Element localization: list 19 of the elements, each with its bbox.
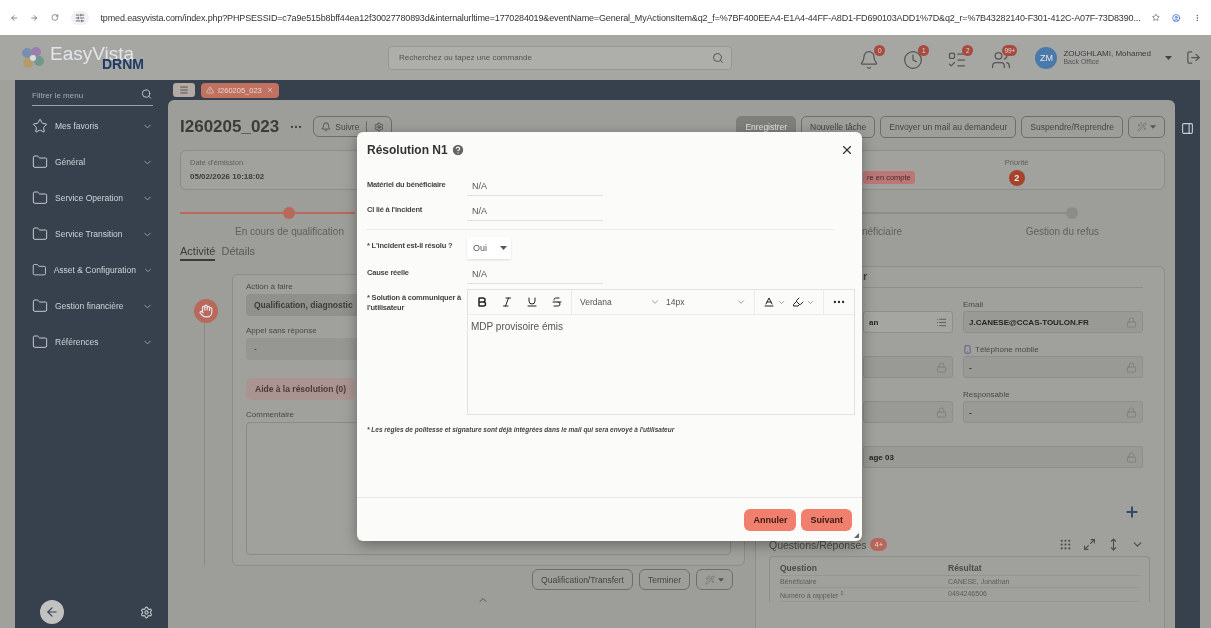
step-label: En cours de qualification [235, 226, 344, 237]
column-header: Question [780, 563, 818, 573]
field-label: Commentaire [246, 410, 294, 419]
date-value: 05/02/2026 10:18:02 [190, 172, 266, 181]
field-label: Téléphone mobile [975, 345, 1039, 354]
field-label: Responsable [963, 390, 1010, 399]
field-label: Appel sans réponse [246, 326, 317, 335]
ticket-title: I260205_023 [180, 116, 280, 137]
section-title: Questions/Réponses [769, 538, 867, 551]
field-label: Action à faire [246, 282, 293, 291]
user-name: ZOUGHLAMI, Mohamed [1063, 48, 1151, 59]
section-title: r [863, 270, 868, 282]
editor-text: MDP provisoire émis [470, 320, 565, 334]
field-label: Email [963, 300, 983, 309]
avatar: ZM [1035, 46, 1058, 69]
step-label: néficiaire [862, 226, 903, 237]
priority-badge: 2 [1008, 170, 1025, 186]
column-header: Résultat [948, 563, 983, 573]
dialog-title: Résolution N1 [367, 143, 448, 157]
